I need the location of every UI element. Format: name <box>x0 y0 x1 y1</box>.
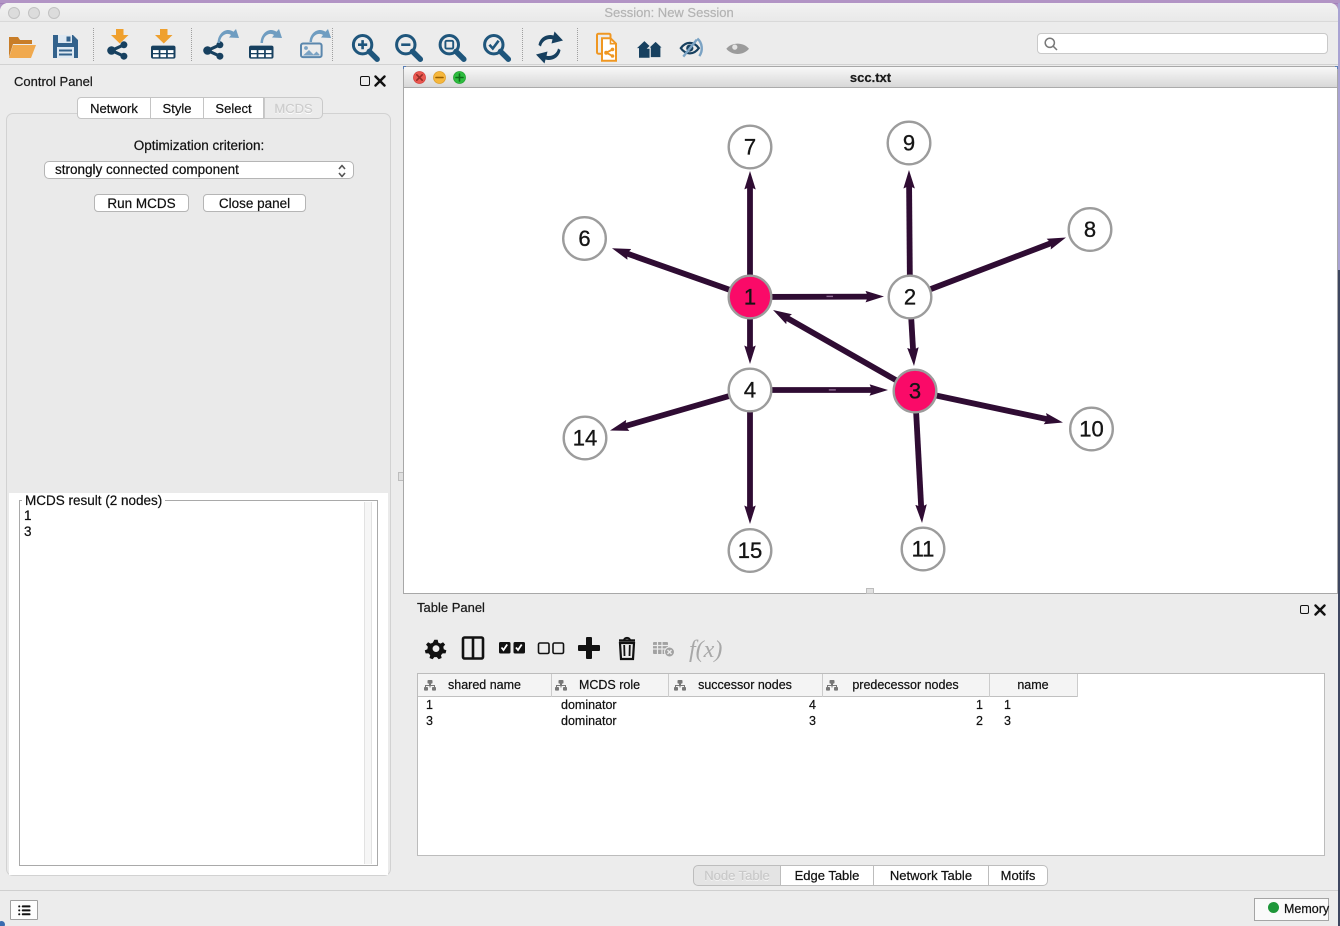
svg-text:14: 14 <box>573 426 597 451</box>
svg-text:15: 15 <box>738 538 762 563</box>
svg-text:6: 6 <box>578 226 590 251</box>
svg-text:7: 7 <box>744 135 756 160</box>
svg-text:3: 3 <box>909 379 921 404</box>
svg-text:9: 9 <box>903 131 915 156</box>
svg-text:f(x): f(x) <box>689 637 722 663</box>
svg-text:11: 11 <box>912 537 935 562</box>
svg-text:4: 4 <box>744 378 756 403</box>
svg-text:1: 1 <box>744 285 756 310</box>
svg-text:8: 8 <box>1084 217 1096 242</box>
svg-text:2: 2 <box>904 285 916 310</box>
svg-text:10: 10 <box>1079 417 1103 442</box>
